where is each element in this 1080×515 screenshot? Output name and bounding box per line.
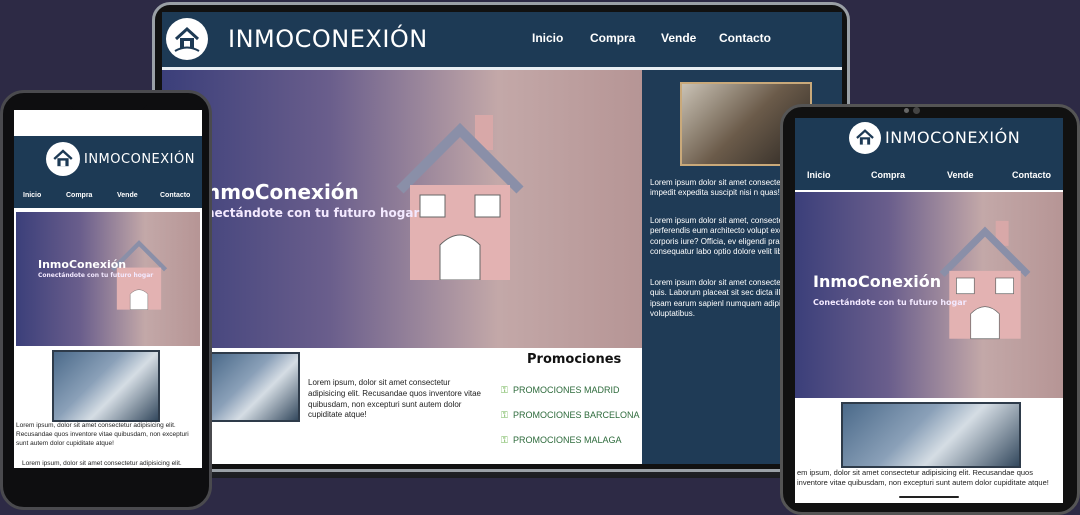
promotions-list: ⚿ PROMOCIONES MADRID ⚿ PROMOCIONES BARCE… [501, 378, 639, 447]
hero-title: InmoConexión [813, 272, 942, 291]
contract-photo [52, 350, 160, 422]
hero-banner: InmoConexión Conectándote con tu futuro … [16, 212, 200, 346]
main-content: Lorem ipsum, dolor sit amet consectetur … [162, 348, 642, 464]
nav-link-inicio[interactable]: Inicio [807, 170, 831, 180]
nav-link-contacto[interactable]: Contacto [160, 192, 190, 199]
main-paragraph: em ipsum, dolor sit amet consectetur adi… [797, 468, 1049, 488]
nav-link-compra[interactable]: Compra [590, 31, 635, 45]
brand-name[interactable]: INMOCONEXIÓN [885, 128, 1020, 147]
key-icon: ⚿ [501, 386, 508, 396]
nav-link-vende[interactable]: Vende [117, 192, 138, 199]
nav-link-compra[interactable]: Compra [871, 170, 905, 180]
brand-name[interactable]: INMOCONEXIÓN [228, 25, 428, 53]
nav-link-contacto[interactable]: Contacto [719, 31, 771, 45]
key-icon: ⚿ [501, 436, 508, 446]
phone-notch [68, 96, 148, 110]
nav-link-contacto[interactable]: Contacto [1012, 170, 1051, 180]
nav-link-inicio[interactable]: Inicio [23, 192, 41, 199]
house-logo-icon[interactable] [166, 18, 208, 60]
house-model-icon [396, 115, 524, 280]
hero-subtitle: nectándote con tu futuro hogar [206, 206, 420, 220]
phone-screen: INMOCONEXIÓN Inicio Compra Vende Contact… [14, 110, 202, 468]
promo-item-madrid[interactable]: ⚿ PROMOCIONES MADRID [501, 378, 639, 397]
key-icon: ⚿ [501, 411, 508, 421]
tablet-screen: INMOCONEXIÓN Inicio Compra Vende Contact… [795, 118, 1063, 503]
hero-title: InmoConexión [38, 258, 127, 271]
nav-link-compra[interactable]: Compra [66, 192, 92, 199]
nav-link-vende[interactable]: Vende [661, 31, 696, 45]
house-model-icon [939, 220, 1031, 340]
house-logo-icon[interactable] [46, 142, 80, 176]
hero-subtitle: Conectándote con tu futuro hogar [813, 298, 967, 307]
tablet-camera [904, 108, 909, 113]
promo-item-barcelona[interactable]: ⚿ PROMOCIONES BARCELONA [501, 403, 639, 422]
hero-banner: nmoConexión nectándote con tu futuro hog… [162, 70, 642, 348]
laptop-screen: INMOCONEXIÓN Inicio Compra Vende Contact… [162, 12, 842, 464]
brand-name[interactable]: INMOCONEXIÓN [84, 152, 195, 167]
main-paragraph: Lorem ipsum, dolor sit amet consectetur … [308, 378, 481, 420]
phone-navbar: INMOCONEXIÓN Inicio Compra Vende Contact… [14, 136, 202, 210]
laptop-navbar: INMOCONEXIÓN Inicio Compra Vende Contact… [162, 12, 842, 70]
main-paragraph-2: Lorem ipsum, dolor sit amet consectetur … [22, 460, 182, 467]
hero-banner: InmoConexión Conectándote con tu futuro … [795, 192, 1063, 398]
promo-item-malaga[interactable]: ⚿ PROMOCIONES MALAGA [501, 428, 639, 447]
house-logo-icon[interactable] [849, 122, 881, 154]
tablet-navbar: INMOCONEXIÓN Inicio Compra Vende Contact… [795, 118, 1063, 192]
hero-title: nmoConexión [206, 180, 359, 204]
hero-subtitle: Conectándote con tu futuro hogar [38, 272, 154, 279]
tablet-camera [913, 107, 920, 114]
main-paragraph: Lorem ipsum, dolor sit amet consectetur … [16, 422, 189, 447]
contract-photo [210, 352, 300, 422]
promotions-title: Promociones [527, 352, 622, 367]
nav-link-inicio[interactable]: Inicio [532, 31, 563, 45]
home-indicator [899, 496, 959, 498]
nav-link-vende[interactable]: Vende [947, 170, 974, 180]
contract-photo [841, 402, 1021, 468]
